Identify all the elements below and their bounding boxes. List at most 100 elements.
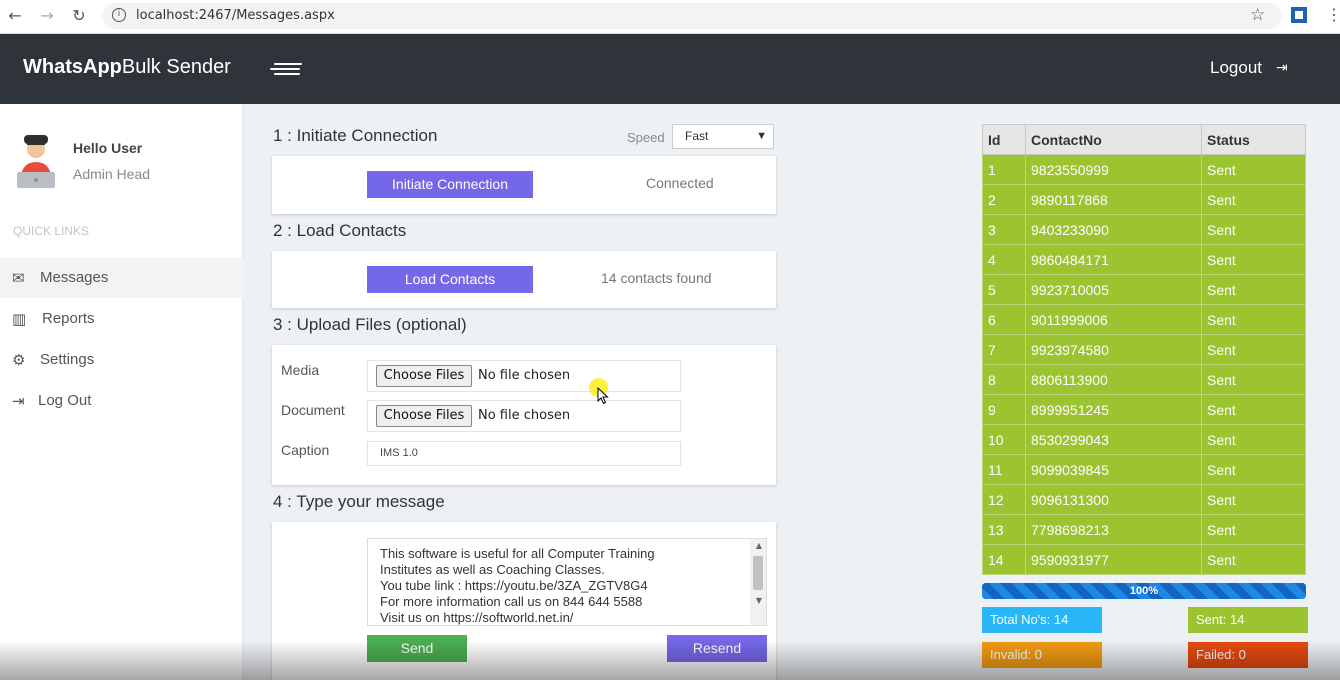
bookmark-star-icon[interactable]: ☆ bbox=[1250, 5, 1265, 25]
step2-title: 2 : Load Contacts bbox=[273, 221, 407, 240]
message-line: Institutes as well as Coaching Classes. bbox=[380, 562, 605, 577]
id-cell: 9 bbox=[982, 394, 1026, 425]
id-cell: 13 bbox=[982, 514, 1026, 545]
invalid-count-badge: Invalid: 0 bbox=[982, 642, 1102, 668]
message-line: You tube link : https://youtu.be/3ZA_ZGT… bbox=[380, 578, 648, 593]
sidebar-item-logout[interactable]: ⇥ Log Out bbox=[0, 381, 243, 421]
id-cell: 6 bbox=[982, 304, 1026, 335]
speed-label: Speed bbox=[627, 130, 665, 145]
document-choose-files-button[interactable]: Choose Files bbox=[376, 405, 472, 427]
table-row: 6 9011999006 Sent bbox=[982, 304, 1306, 335]
speed-select[interactable]: Fast ▼ bbox=[672, 124, 774, 149]
id-cell: 10 bbox=[982, 424, 1026, 455]
status-cell: Sent bbox=[1201, 334, 1306, 365]
status-cell: Sent bbox=[1201, 214, 1306, 245]
document-file-input[interactable]: Choose Files No file chosen bbox=[367, 400, 681, 432]
failed-count-badge: Failed: 0 bbox=[1188, 642, 1308, 668]
id-cell: 14 bbox=[982, 544, 1026, 575]
brand-logo[interactable]: WhatsAppBulk Sender bbox=[23, 56, 231, 79]
gears-icon: ⚙ bbox=[12, 351, 26, 369]
envelope-icon: ✉ bbox=[12, 269, 25, 287]
sidebar-item-label: Reports bbox=[42, 310, 95, 327]
user-role: Admin Head bbox=[73, 166, 151, 182]
status-cell: Sent bbox=[1201, 514, 1306, 545]
contact-cell: 8530299043 bbox=[1025, 424, 1202, 455]
table-row: 9 8999951245 Sent bbox=[982, 394, 1306, 425]
id-cell: 8 bbox=[982, 364, 1026, 395]
send-button[interactable]: Send bbox=[367, 635, 467, 662]
table-row: 3 9403233090 Sent bbox=[982, 214, 1306, 245]
scroll-thumb[interactable] bbox=[753, 556, 763, 590]
scroll-down-icon[interactable]: ▼ bbox=[756, 596, 762, 605]
media-choose-files-button[interactable]: Choose Files bbox=[376, 365, 472, 387]
table-row: 12 9096131300 Sent bbox=[982, 484, 1306, 515]
logout-icon[interactable]: ⇥ bbox=[1276, 60, 1288, 76]
message-textarea[interactable]: This software is useful for all Computer… bbox=[367, 538, 767, 626]
message-line: This software is useful for all Computer… bbox=[380, 546, 655, 561]
chevron-down-icon: ▼ bbox=[756, 130, 767, 142]
step1-title: 1 : Initiate Connection bbox=[273, 126, 438, 145]
id-cell: 4 bbox=[982, 244, 1026, 275]
sidebar-item-reports[interactable]: ▥ Reports bbox=[0, 299, 243, 339]
brand-rest: Bulk Sender bbox=[121, 56, 231, 78]
sidebar-item-settings[interactable]: ⚙ Settings bbox=[0, 340, 243, 380]
id-cell: 11 bbox=[982, 454, 1026, 485]
id-cell: 3 bbox=[982, 214, 1026, 245]
media-no-file-text: No file chosen bbox=[478, 368, 571, 383]
sent-count-badge: Sent: 14 bbox=[1188, 607, 1308, 633]
greeting: Hello User bbox=[73, 140, 143, 156]
contact-cell: 9011999006 bbox=[1025, 304, 1202, 335]
sidebar-item-messages[interactable]: ✉ Messages bbox=[0, 258, 243, 298]
menu-toggle-icon[interactable] bbox=[270, 61, 304, 77]
caption-input[interactable]: IMS 1.0 bbox=[367, 441, 681, 466]
step3-card: Media Choose Files No file chosen Docume… bbox=[272, 345, 776, 485]
id-cell: 7 bbox=[982, 334, 1026, 365]
step2-card: Load Contacts 14 contacts found bbox=[272, 251, 776, 308]
browser-menu-icon[interactable]: ⋮ bbox=[1326, 5, 1340, 24]
id-cell: 2 bbox=[982, 184, 1026, 215]
back-arrow-icon[interactable]: ← bbox=[4, 5, 26, 27]
initiate-connection-button[interactable]: Initiate Connection bbox=[367, 171, 533, 198]
step3-title: 3 : Upload Files (optional) bbox=[273, 315, 467, 334]
table-row: 4 9860484171 Sent bbox=[982, 244, 1306, 275]
caption-label: Caption bbox=[281, 442, 330, 458]
quick-links-heading: QUICK LINKS bbox=[13, 224, 90, 238]
bar-chart-icon: ▥ bbox=[12, 310, 27, 328]
status-cell: Sent bbox=[1201, 544, 1306, 575]
status-cell: Sent bbox=[1201, 154, 1306, 185]
load-contacts-button[interactable]: Load Contacts bbox=[367, 266, 533, 293]
sidebar-item-label: Log Out bbox=[38, 392, 92, 409]
status-cell: Sent bbox=[1201, 184, 1306, 215]
contact-cell: 9923974580 bbox=[1025, 334, 1202, 365]
contact-cell: 9860484171 bbox=[1025, 244, 1202, 275]
contact-cell: 9890117868 bbox=[1025, 184, 1202, 215]
resend-button[interactable]: Resend bbox=[667, 635, 767, 662]
id-cell: 1 bbox=[982, 154, 1026, 185]
scroll-up-icon[interactable]: ▲ bbox=[756, 541, 762, 550]
speed-value: Fast bbox=[685, 129, 709, 143]
connection-status: Connected bbox=[646, 175, 714, 191]
sign-out-icon: ⇥ bbox=[12, 392, 25, 410]
progress-label: 100% bbox=[1129, 585, 1159, 597]
reload-icon[interactable]: ↻ bbox=[68, 5, 90, 27]
media-file-input[interactable]: Choose Files No file chosen bbox=[367, 360, 681, 392]
contact-cell: 9099039845 bbox=[1025, 454, 1202, 485]
progress-bar: 100% bbox=[982, 583, 1306, 599]
column-header-status: Status bbox=[1201, 124, 1306, 155]
extension-icon[interactable] bbox=[1291, 7, 1307, 23]
contact-cell: 9590931977 bbox=[1025, 544, 1202, 575]
status-cell: Sent bbox=[1201, 244, 1306, 275]
message-scrollbar[interactable]: ▲ ▼ bbox=[750, 539, 766, 625]
id-cell: 12 bbox=[982, 484, 1026, 515]
site-info-icon[interactable]: i bbox=[112, 8, 126, 22]
address-bar[interactable]: i localhost:2467/Messages.aspx bbox=[102, 3, 1282, 29]
contacts-table: Id ContactNo Status 1 9823550999 Sent 2 9890… bbox=[982, 124, 1306, 575]
table-row: 13 7798698213 Sent bbox=[982, 514, 1306, 545]
table-row: 14 9590931977 Sent bbox=[982, 544, 1306, 575]
forward-arrow-icon[interactable]: → bbox=[36, 5, 58, 27]
column-header-id: Id bbox=[982, 124, 1026, 155]
table-row: 1 9823550999 Sent bbox=[982, 154, 1306, 185]
logout-link[interactable]: Logout bbox=[1210, 58, 1262, 78]
document-label: Document bbox=[281, 402, 345, 418]
table-row: 10 8530299043 Sent bbox=[982, 424, 1306, 455]
